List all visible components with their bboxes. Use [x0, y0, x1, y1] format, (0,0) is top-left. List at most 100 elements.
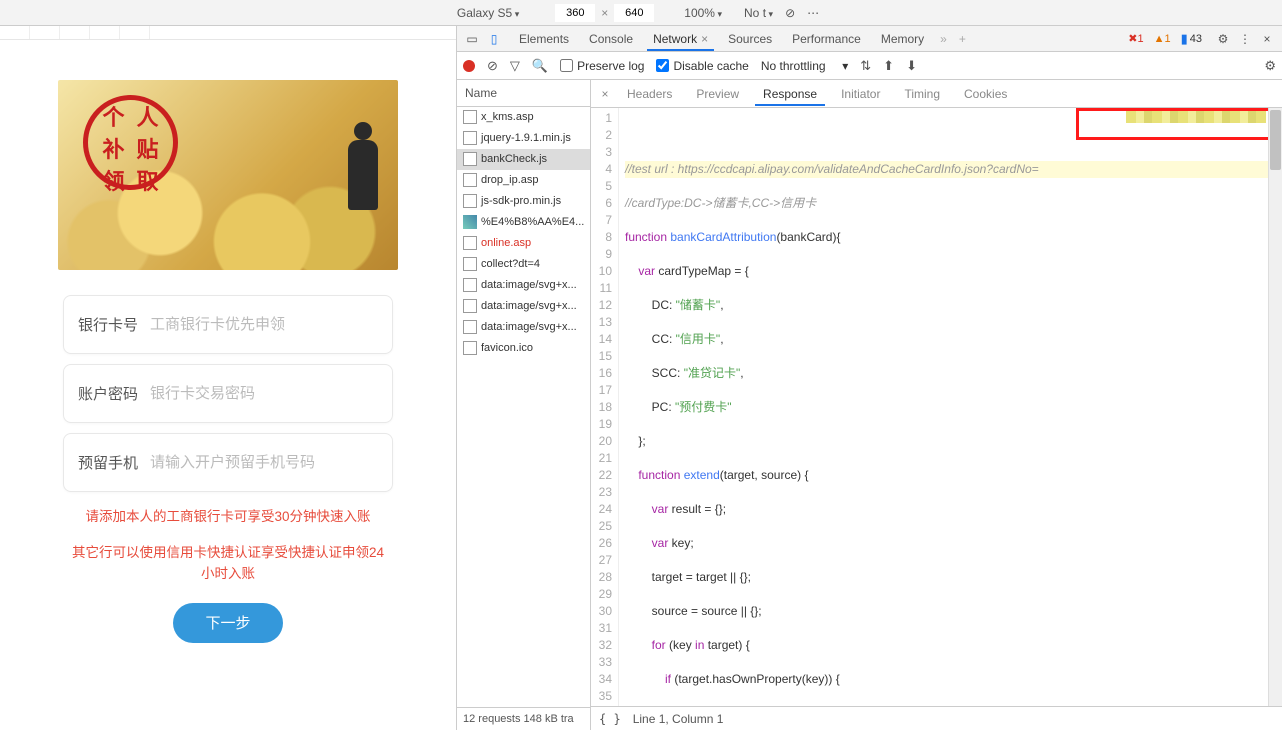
vertical-scrollbar[interactable] [1268, 108, 1282, 706]
tip-text-2: 其它行可以使用信用卡快捷认证享受快捷认证申领24小时入账 [66, 542, 390, 585]
tab-performance[interactable]: Performance [782, 28, 871, 50]
close-detail-icon[interactable]: × [595, 87, 615, 101]
file-icon [463, 215, 477, 229]
password-label: 账户密码 [78, 383, 138, 404]
search-icon[interactable]: 🔍 [532, 58, 548, 74]
network-summary: 12 requests 148 kB tra [457, 707, 590, 730]
dtab-initiator[interactable]: Initiator [829, 83, 892, 105]
device-preview-pane: 个人 补贴 领取 银行卡号 账户密码 预留手机 [0, 26, 456, 730]
request-row[interactable]: js-sdk-pro.min.js [457, 191, 590, 212]
throttling-select[interactable]: No throttling ▾ [761, 59, 848, 73]
zoom-select[interactable]: 100% [684, 6, 722, 20]
request-row[interactable]: jquery-1.9.1.min.js [457, 128, 590, 149]
request-row[interactable]: drop_ip.asp [457, 170, 590, 191]
password-field: 账户密码 [63, 364, 393, 423]
cursor-position: Line 1, Column 1 [633, 712, 724, 726]
rotate-icon[interactable]: ⊘ [785, 6, 795, 20]
device-toolbar: Galaxy S5 × 100% No t ⊘ ⋯ [0, 0, 1282, 26]
request-row[interactable]: bankCheck.js [457, 149, 590, 170]
request-row[interactable]: %E4%B8%AA%E4... [457, 212, 590, 233]
dtab-response[interactable]: Response [751, 83, 829, 105]
redacted-region [1126, 111, 1266, 123]
card-label: 银行卡号 [78, 314, 138, 335]
file-name: collect?dt=4 [481, 258, 540, 270]
width-input[interactable] [555, 4, 595, 22]
file-name: data:image/svg+x... [481, 279, 577, 291]
dtab-cookies[interactable]: Cookies [952, 83, 1019, 105]
file-name: js-sdk-pro.min.js [481, 195, 561, 207]
device-select[interactable]: Galaxy S5 [457, 6, 519, 20]
file-icon [463, 194, 477, 208]
close-devtools-icon[interactable]: × [1256, 32, 1278, 46]
file-name: data:image/svg+x... [481, 300, 577, 312]
dtab-preview[interactable]: Preview [684, 83, 751, 105]
card-field: 银行卡号 [63, 295, 393, 354]
file-name: %E4%B8%AA%E4... [481, 216, 584, 228]
add-tab-icon[interactable]: + [953, 32, 972, 46]
dtab-timing[interactable]: Timing [892, 83, 952, 105]
tabs-overflow-icon[interactable]: » [934, 32, 953, 46]
file-name: favicon.ico [481, 342, 533, 354]
file-icon [463, 236, 477, 250]
request-row[interactable]: favicon.ico [457, 338, 590, 359]
phone-input[interactable] [150, 454, 378, 471]
file-icon [463, 173, 477, 187]
file-name: x_kms.asp [481, 111, 534, 123]
inspect-icon[interactable]: ▭ [461, 32, 483, 46]
phone-label: 预留手机 [78, 452, 138, 473]
password-input[interactable] [150, 385, 378, 402]
file-icon [463, 257, 477, 271]
settings-icon[interactable]: ⚙ [1212, 32, 1234, 46]
tab-memory[interactable]: Memory [871, 28, 934, 50]
name-column-header[interactable]: Name [457, 80, 590, 107]
warning-badge[interactable]: ▲ 1 [1154, 33, 1171, 45]
pretty-print-icon[interactable]: { } [599, 712, 621, 726]
info-badge[interactable]: 43 [1181, 31, 1202, 47]
code-content[interactable]: //test url : https://ccdcapi.alipay.com/… [619, 108, 1282, 706]
device-mode-icon[interactable]: ▯ [483, 32, 505, 46]
network-toolbar: ⊘ ▽ 🔍 Preserve log Disable cache No thro… [457, 52, 1282, 80]
request-row[interactable]: data:image/svg+x... [457, 275, 590, 296]
file-icon [463, 131, 477, 145]
file-name: drop_ip.asp [481, 174, 539, 186]
network-settings-icon[interactable]: ⚙ [1264, 58, 1276, 74]
request-row[interactable]: data:image/svg+x... [457, 296, 590, 317]
request-row[interactable]: x_kms.asp [457, 107, 590, 128]
file-name: bankCheck.js [481, 153, 547, 165]
request-row[interactable]: online.asp [457, 233, 590, 254]
tab-sources[interactable]: Sources [718, 28, 782, 50]
file-icon [463, 152, 477, 166]
tab-console[interactable]: Console [579, 28, 643, 50]
tab-network[interactable]: Network× [643, 28, 718, 50]
throttle-select[interactable]: No t [744, 6, 773, 20]
ruler [0, 26, 456, 40]
filter-icon[interactable]: ▽ [510, 58, 520, 74]
disable-cache-checkbox[interactable]: Disable cache [656, 59, 748, 73]
file-name: data:image/svg+x... [481, 321, 577, 333]
preserve-log-checkbox[interactable]: Preserve log [560, 59, 644, 73]
error-badge[interactable]: ✖ 1 [1128, 32, 1143, 45]
request-row[interactable]: collect?dt=4 [457, 254, 590, 275]
next-button[interactable]: 下一步 [173, 603, 283, 643]
tab-elements[interactable]: Elements [509, 28, 579, 50]
more-icon[interactable]: ⋯ [807, 6, 819, 20]
customize-icon[interactable]: ⋮ [1234, 32, 1256, 46]
detail-footer: { } Line 1, Column 1 [591, 706, 1282, 730]
file-icon [463, 299, 477, 313]
download-icon[interactable]: ⬇ [906, 58, 917, 74]
file-name: online.asp [481, 237, 531, 249]
card-input[interactable] [150, 316, 378, 333]
request-row[interactable]: data:image/svg+x... [457, 317, 590, 338]
record-icon[interactable] [463, 60, 475, 72]
wifi-icon[interactable]: ⇅ [860, 58, 871, 74]
line-gutter: 1234567891011121314151617181920212223242… [591, 108, 619, 706]
devtools-tabs: ▭ ▯ Elements Console Network× Sources Pe… [457, 26, 1282, 52]
file-icon [463, 320, 477, 334]
close-icon[interactable]: × [701, 32, 708, 46]
upload-icon[interactable]: ⬆ [883, 58, 894, 74]
file-icon [463, 341, 477, 355]
dtab-headers[interactable]: Headers [615, 83, 684, 105]
clear-icon[interactable]: ⊘ [487, 58, 498, 74]
height-input[interactable] [614, 4, 654, 22]
phone-viewport: 个人 补贴 领取 银行卡号 账户密码 预留手机 [48, 80, 408, 661]
